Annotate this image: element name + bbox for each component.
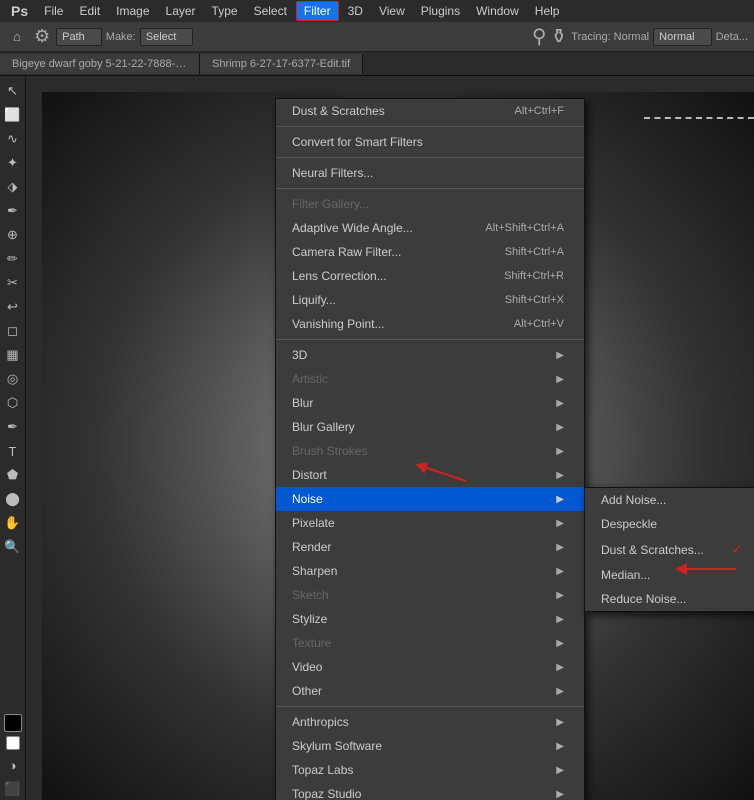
menu-item-vanishing-point[interactable]: Vanishing Point... Alt+Ctrl+V	[276, 312, 584, 336]
ruler-vertical	[26, 92, 42, 800]
canvas-area: Dust & Scratches Alt+Ctrl+F Convert for …	[26, 76, 754, 800]
menubar-image[interactable]: Image	[109, 2, 156, 20]
tab-0[interactable]: Bigeye dwarf goby 5-21-22-7888-Recov...	[0, 54, 200, 74]
select-dropdown[interactable]: Select	[140, 28, 194, 46]
divider-5	[276, 706, 584, 707]
submenu-dust-scratches[interactable]: Dust & Scratches... ✓	[585, 536, 754, 563]
tool-heal[interactable]: ⊕	[2, 224, 24, 246]
tool-pen[interactable]: ✒	[2, 416, 24, 438]
submenu-despeckle[interactable]: Despeckle	[585, 512, 754, 536]
tool-move[interactable]: ↖	[2, 80, 24, 102]
submenu-reduce-noise[interactable]: Reduce Noise...	[585, 587, 754, 611]
menubar-ps[interactable]: Ps	[4, 1, 35, 21]
foreground-color[interactable]	[4, 714, 22, 732]
tool-select[interactable]: ⬜	[2, 104, 24, 126]
tool-gradient[interactable]: ▦	[2, 344, 24, 366]
menu-item-blur-gallery[interactable]: Blur Gallery ▶	[276, 415, 584, 439]
tab-1[interactable]: Shrimp 6-27-17-6377-Edit.tif	[200, 54, 363, 74]
submenu-add-noise[interactable]: Add Noise...	[585, 488, 754, 512]
menu-item-topaz-labs[interactable]: Topaz Labs ▶	[276, 758, 584, 782]
divider-4	[276, 339, 584, 340]
tool-zoom[interactable]: 🔍	[2, 536, 24, 558]
toolbar: ⌂ ⚙ Path Make: Select ⚲ ⚱ Tracing: Norma…	[0, 22, 754, 52]
tool-dodge[interactable]: ⬡	[2, 392, 24, 414]
tool-brush[interactable]: ✏	[2, 248, 24, 270]
menu-item-blur[interactable]: Blur ▶	[276, 391, 584, 415]
divider-2	[276, 157, 584, 158]
menubar: Ps File Edit Image Layer Type Select Fil…	[0, 0, 754, 22]
tracing-label: Tracing: Normal	[571, 31, 649, 43]
menu-item-neural-filters[interactable]: Neural Filters...	[276, 161, 584, 185]
menu-item-noise[interactable]: Noise ▶ Add Noise... Despeckle Dust & Sc…	[276, 487, 584, 511]
warp-icon: ⚲	[532, 24, 547, 49]
menu-item-camera-raw[interactable]: Camera Raw Filter... Shift+Ctrl+A	[276, 240, 584, 264]
tool-history[interactable]: ↩	[2, 296, 24, 318]
path-dropdown[interactable]: Path	[56, 28, 102, 46]
tool-crop[interactable]: ⬗	[2, 176, 24, 198]
quick-mask[interactable]: ◑	[2, 754, 24, 776]
menu-item-other[interactable]: Other ▶	[276, 679, 584, 703]
menu-item-stylize[interactable]: Stylize ▶	[276, 607, 584, 631]
detail-label: Deta...	[716, 31, 748, 43]
tool-hand[interactable]: ✋	[2, 512, 24, 534]
menubar-select[interactable]: Select	[247, 2, 294, 20]
tool-path[interactable]: ⬟	[2, 464, 24, 486]
menubar-help[interactable]: Help	[528, 2, 567, 20]
menu-item-render[interactable]: Render ▶	[276, 535, 584, 559]
screen-mode[interactable]: ⬛	[2, 778, 24, 800]
tool-shape[interactable]: ⬤	[2, 488, 24, 510]
menubar-view[interactable]: View	[372, 2, 412, 20]
tabbar: Bigeye dwarf goby 5-21-22-7888-Recov... …	[0, 52, 754, 76]
divider-3	[276, 188, 584, 189]
noise-submenu: Add Noise... Despeckle Dust & Scratches.…	[584, 487, 754, 612]
menubar-window[interactable]: Window	[469, 2, 526, 20]
menu-item-filter-gallery: Filter Gallery...	[276, 192, 584, 216]
menu-item-distort[interactable]: Distort ▶	[276, 463, 584, 487]
main-area: ↖ ⬜ ∿ ✦ ⬗ ✒ ⊕ ✏ ✂ ↩ ◻ ▦ ◎ ⬡ ✒ T ⬟ ⬤ ✋ 🔍 …	[0, 76, 754, 800]
tool-magic-wand[interactable]: ✦	[2, 152, 24, 174]
menu-item-sketch: Sketch ▶	[276, 583, 584, 607]
menubar-edit[interactable]: Edit	[72, 2, 107, 20]
menu-item-artistic: Artistic ▶	[276, 367, 584, 391]
tracing-dropdown[interactable]: Normal	[653, 28, 711, 46]
ruler-horizontal	[26, 76, 754, 92]
selection-dashed-line	[644, 117, 754, 119]
menubar-layer[interactable]: Layer	[159, 2, 203, 20]
menubar-plugins[interactable]: Plugins	[414, 2, 467, 20]
menu-item-brush-strokes: Brush Strokes ▶	[276, 439, 584, 463]
menu-item-adaptive-wide[interactable]: Adaptive Wide Angle... Alt+Shift+Ctrl+A	[276, 216, 584, 240]
home-icon[interactable]: ⌂	[6, 26, 28, 48]
menubar-file[interactable]: File	[37, 2, 70, 20]
menubar-filter[interactable]: Filter	[296, 1, 339, 21]
menu-item-video[interactable]: Video ▶	[276, 655, 584, 679]
menu-item-convert-smart[interactable]: Convert for Smart Filters	[276, 130, 584, 154]
menu-item-anthropics[interactable]: Anthropics ▶	[276, 710, 584, 734]
tool-text[interactable]: T	[2, 440, 24, 462]
brush-tool-icon: ⚙	[32, 26, 52, 47]
menubar-type[interactable]: Type	[205, 2, 245, 20]
dust-scratches-check: ✓	[731, 541, 743, 558]
filter-dropdown-menu: Dust & Scratches Alt+Ctrl+F Convert for …	[275, 98, 585, 800]
warp2-icon: ⚱	[551, 24, 568, 49]
tool-clone[interactable]: ✂	[2, 272, 24, 294]
background-color[interactable]	[6, 736, 20, 750]
tool-eyedropper[interactable]: ✒	[2, 200, 24, 222]
menu-item-skylum[interactable]: Skylum Software ▶	[276, 734, 584, 758]
submenu-median[interactable]: Median...	[585, 563, 754, 587]
tool-lasso[interactable]: ∿	[2, 128, 24, 150]
divider-1	[276, 126, 584, 127]
menu-item-pixelate[interactable]: Pixelate ▶	[276, 511, 584, 535]
menu-item-dust-scratches-top[interactable]: Dust & Scratches Alt+Ctrl+F	[276, 99, 584, 123]
menubar-3d[interactable]: 3D	[341, 2, 370, 20]
menu-item-texture: Texture ▶	[276, 631, 584, 655]
tool-blur[interactable]: ◎	[2, 368, 24, 390]
menu-item-3d[interactable]: 3D ▶	[276, 343, 584, 367]
menu-item-sharpen[interactable]: Sharpen ▶	[276, 559, 584, 583]
tool-eraser[interactable]: ◻	[2, 320, 24, 342]
menu-item-liquify[interactable]: Liquify... Shift+Ctrl+X	[276, 288, 584, 312]
menu-item-topaz-studio[interactable]: Topaz Studio ▶	[276, 782, 584, 800]
make-label: Make:	[106, 31, 136, 43]
toolpanel: ↖ ⬜ ∿ ✦ ⬗ ✒ ⊕ ✏ ✂ ↩ ◻ ▦ ◎ ⬡ ✒ T ⬟ ⬤ ✋ 🔍 …	[0, 76, 26, 800]
menu-item-lens-correction[interactable]: Lens Correction... Shift+Ctrl+R	[276, 264, 584, 288]
